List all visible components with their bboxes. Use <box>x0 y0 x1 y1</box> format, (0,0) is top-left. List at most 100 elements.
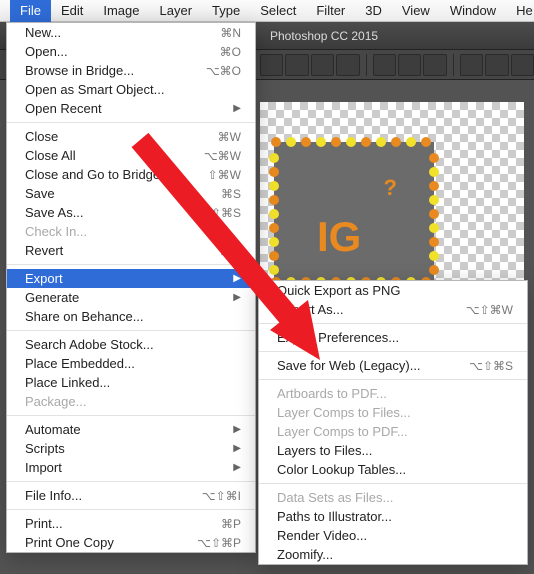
menu-item-layer-comps-to-pdf: Layer Comps to PDF... <box>259 422 527 441</box>
menu-separator <box>7 264 255 265</box>
menu-item-open-as-smart-object[interactable]: Open as Smart Object... <box>7 80 255 99</box>
menu-item-export[interactable]: Export▶ <box>7 269 255 288</box>
menu-item-save-for-web-legacy[interactable]: Save for Web (Legacy)...⌥⇧⌘S <box>259 356 527 375</box>
menu-item-label: Check In... <box>25 224 87 239</box>
menubar-item-layer[interactable]: Layer <box>150 0 203 22</box>
menu-item-save-as[interactable]: Save As...⇧⌘S <box>7 203 255 222</box>
menu-item-layers-to-files[interactable]: Layers to Files... <box>259 441 527 460</box>
menu-item-label: File Info... <box>25 488 82 503</box>
menu-item-label: Data Sets as Files... <box>277 490 393 505</box>
menu-item-file-info[interactable]: File Info... ⌥⇧⌘I <box>7 486 255 505</box>
toolbar-button[interactable] <box>460 54 483 76</box>
menu-item-place-linked[interactable]: Place Linked... <box>7 373 255 392</box>
menu-separator <box>7 481 255 482</box>
toolbar-button[interactable] <box>485 54 508 76</box>
menu-item-open[interactable]: Open... ⌘O <box>7 42 255 61</box>
menu-item-browse-in-bridge[interactable]: Browse in Bridge...⌥⌘O <box>7 61 255 80</box>
menu-item-paths-to-illustrator[interactable]: Paths to Illustrator... <box>259 507 527 526</box>
menu-item-label: Place Embedded... <box>25 356 135 371</box>
menubar-item-select[interactable]: Select <box>250 0 306 22</box>
menu-item-close-and-go-to-bridge[interactable]: Close and Go to Bridge... ⇧⌘W <box>7 165 255 184</box>
menu-separator <box>259 351 527 352</box>
menu-item-label: Quick Export as PNG <box>277 283 401 298</box>
menu-item-search-adobe-stock[interactable]: Search Adobe Stock... <box>7 335 255 354</box>
menubar-item-image[interactable]: Image <box>93 0 149 22</box>
toolbar-button[interactable] <box>311 54 334 76</box>
doc-question-mark: ? <box>384 175 397 201</box>
toolbar-button[interactable] <box>423 54 446 76</box>
menu-item-save[interactable]: Save⌘S <box>7 184 255 203</box>
submenu-arrow-icon: ▶ <box>233 424 241 435</box>
menu-item-render-video[interactable]: Render Video... <box>259 526 527 545</box>
menu-item-shortcut: ⌥⌘W <box>204 149 241 163</box>
menu-separator <box>259 483 527 484</box>
toolbar-button[interactable] <box>336 54 359 76</box>
menu-item-shortcut: ⌥⇧⌘I <box>202 489 241 503</box>
menu-separator <box>259 323 527 324</box>
menu-separator <box>7 330 255 331</box>
menu-item-label: Close and Go to Bridge... <box>25 167 171 182</box>
menu-item-package: Package... <box>7 392 255 411</box>
menubar-item-3d[interactable]: 3D <box>355 0 392 22</box>
menu-item-color-lookup-tables[interactable]: Color Lookup Tables... <box>259 460 527 479</box>
menu-item-label: Paths to Illustrator... <box>277 509 392 524</box>
menubar-item-filter[interactable]: Filter <box>306 0 355 22</box>
toolbar-button[interactable] <box>398 54 421 76</box>
menu-item-label: Save for Web (Legacy)... <box>277 358 421 373</box>
menu-item-print[interactable]: Print...⌘P <box>7 514 255 533</box>
menu-item-close[interactable]: Close⌘W <box>7 127 255 146</box>
menu-item-share-on-behance[interactable]: Share on Behance... <box>7 307 255 326</box>
menu-item-label: Scripts <box>25 441 65 456</box>
menu-item-shortcut: ⇧⌘W <box>208 168 241 182</box>
menubar-item-window[interactable]: Window <box>440 0 506 22</box>
document-shape: ? IG <box>274 142 434 282</box>
menu-item-quick-export-as-png[interactable]: Quick Export as PNG <box>259 281 527 300</box>
menu-item-shortcut: ⌘N <box>220 26 241 40</box>
menu-item-shortcut: ⌘O <box>220 45 241 59</box>
menu-item-scripts[interactable]: Scripts ▶ <box>7 439 255 458</box>
menu-item-export-as[interactable]: Export As...⌥⇧⌘W <box>259 300 527 319</box>
menubar-item-file[interactable]: File <box>10 0 51 22</box>
menubar-item-view[interactable]: View <box>392 0 440 22</box>
menu-item-label: Print One Copy <box>25 535 114 550</box>
menu-item-label: Save <box>25 186 55 201</box>
menubar-item-he[interactable]: He <box>506 0 534 22</box>
menu-item-label: Search Adobe Stock... <box>25 337 154 352</box>
menu-item-new[interactable]: New...⌘N <box>7 23 255 42</box>
file-menu-dropdown: New...⌘NOpen...⌘OBrowse in Bridge...⌥⌘OO… <box>6 22 256 553</box>
doc-text: IG <box>317 213 361 261</box>
toolbar-button[interactable] <box>373 54 396 76</box>
menu-item-label: Import <box>25 460 62 475</box>
menu-item-revert[interactable]: RevertF12 <box>7 241 255 260</box>
menu-item-label: Package... <box>25 394 86 409</box>
menu-item-zoomify[interactable]: Zoomify... <box>259 545 527 564</box>
menu-item-shortcut: ⌥⇧⌘W <box>466 303 513 317</box>
menu-item-print-one-copy[interactable]: Print One Copy⌥⇧⌘P <box>7 533 255 552</box>
menu-item-automate[interactable]: Automate▶ <box>7 420 255 439</box>
menu-item-label: Close <box>25 129 58 144</box>
submenu-arrow-icon: ▶ <box>233 292 241 303</box>
menu-item-label: Open... <box>25 44 68 59</box>
menu-item-label: Artboards to PDF... <box>277 386 387 401</box>
menu-item-label: Zoomify... <box>277 547 333 562</box>
menubar-item-type[interactable]: Type <box>202 0 250 22</box>
export-submenu-dropdown: Quick Export as PNG Export As...⌥⇧⌘W Expor… <box>258 280 528 565</box>
menubar-item-edit[interactable]: Edit <box>51 0 93 22</box>
menu-item-label: Layer Comps to Files... <box>277 405 411 420</box>
toolbar-button[interactable] <box>285 54 308 76</box>
menu-item-layer-comps-to-files: Layer Comps to Files... <box>259 403 527 422</box>
menu-item-open-recent[interactable]: Open Recent▶ <box>7 99 255 118</box>
menu-item-import[interactable]: Import▶ <box>7 458 255 477</box>
toolbar-button[interactable] <box>511 54 534 76</box>
menu-item-generate[interactable]: Generate▶ <box>7 288 255 307</box>
menu-item-shortcut: F12 <box>220 244 241 258</box>
menu-item-export-preferences[interactable]: Export Preferences... <box>259 328 527 347</box>
menu-item-close-all[interactable]: Close All⌥⌘W <box>7 146 255 165</box>
menu-item-label: Render Video... <box>277 528 367 543</box>
menu-item-label: Layers to Files... <box>277 443 372 458</box>
menu-item-label: Place Linked... <box>25 375 110 390</box>
menu-item-label: Save As... <box>25 205 84 220</box>
submenu-arrow-icon: ▶ <box>233 443 241 454</box>
menu-item-place-embedded[interactable]: Place Embedded... <box>7 354 255 373</box>
toolbar-button[interactable] <box>260 54 283 76</box>
